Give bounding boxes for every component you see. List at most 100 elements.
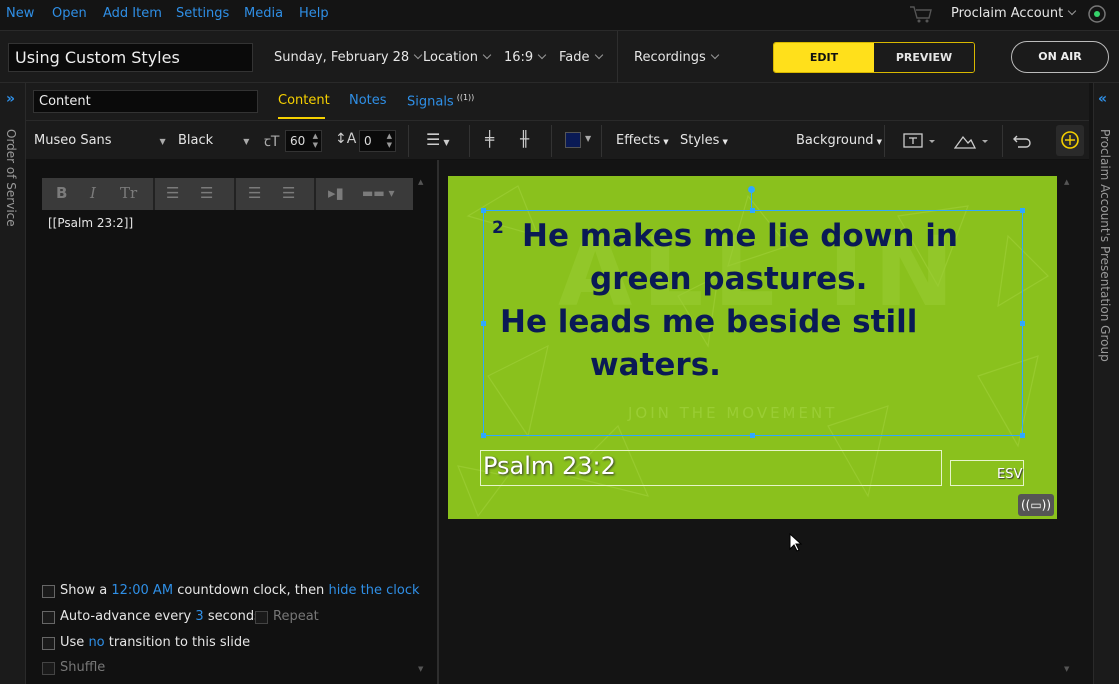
image-icon[interactable] — [954, 131, 990, 151]
presentation-group-label[interactable]: Proclaim Account's Presentation Group — [1098, 129, 1112, 362]
resize-handle[interactable] — [1020, 433, 1025, 438]
auto-advance-label: Auto-advance every — [60, 609, 192, 624]
reference-text: Psalm 23:2 — [483, 452, 616, 480]
more-options-icon[interactable]: ▬▬ ▾ — [362, 186, 395, 200]
rich-text-toolbar: B I Tr ☰ ☰ ☰ ☰ ▸▮ ▬▬ ▾ — [42, 178, 413, 210]
rotate-handle[interactable] — [748, 186, 755, 193]
shuffle-checkbox[interactable] — [42, 662, 55, 675]
divider — [314, 178, 316, 210]
line-spacing-icon: ↕A — [335, 131, 357, 147]
resize-handle[interactable] — [750, 208, 755, 213]
menu-help[interactable]: Help — [299, 6, 329, 21]
repeat-checkbox[interactable] — [255, 611, 268, 624]
text-color-swatch[interactable] — [565, 132, 581, 148]
location-label: Location — [423, 50, 478, 65]
expand-left-icon[interactable]: » — [6, 91, 15, 107]
slide-line-1: He makes me lie down in — [522, 218, 958, 254]
auto-advance-checkbox[interactable] — [42, 611, 55, 624]
bold-button[interactable]: B — [56, 184, 67, 202]
aspect-dropdown[interactable]: 16:9 — [504, 50, 547, 65]
outdent-icon[interactable]: ☰ — [248, 184, 261, 202]
resize-handle[interactable] — [481, 321, 486, 326]
font-weight-select[interactable]: Black ▼ — [178, 133, 249, 148]
live-sync-button[interactable] — [1056, 125, 1084, 156]
caret-down-icon[interactable]: ▼ — [585, 134, 591, 143]
transition-option: Use no transition to this slide — [60, 635, 250, 650]
presentation-title-input[interactable]: Using Custom Styles — [8, 43, 253, 72]
recordings-dropdown[interactable]: Recordings — [634, 50, 720, 65]
format-toolbar: Museo Sans ▼ Black ▼ ꞇT 60 ▲ ▼ ↕A 0 ▲ ▼ ☰ ▼ ╪ ╫… — [26, 120, 1089, 160]
indent-icon[interactable]: ☰ — [282, 184, 295, 202]
scroll-down-icon[interactable]: ▼ — [418, 665, 423, 673]
content-text[interactable]: [[Psalm 23:2]] — [48, 216, 133, 230]
sync-status-icon[interactable] — [1086, 3, 1108, 25]
effects-label: Effects — [616, 133, 661, 148]
order-of-service-label[interactable]: Order of Service — [4, 129, 18, 227]
on-air-button[interactable]: ON AIR — [1011, 41, 1109, 73]
transition-dropdown[interactable]: Fade — [559, 50, 603, 65]
countdown-checkbox[interactable] — [42, 585, 55, 598]
countdown-time-link[interactable]: 12:00 AM — [111, 583, 173, 598]
menu-settings[interactable]: Settings — [176, 6, 229, 21]
resize-handle[interactable] — [1020, 208, 1025, 213]
scroll-up-icon[interactable]: ▲ — [418, 178, 423, 186]
signals-icon[interactable]: ((▭)) — [1018, 494, 1054, 516]
scroll-up-icon[interactable]: ▲ — [1064, 178, 1069, 186]
recordings-label: Recordings — [634, 50, 706, 65]
resize-handle[interactable] — [1020, 321, 1025, 326]
stepper-icon[interactable]: ▲ ▼ — [313, 132, 318, 150]
tab-content[interactable]: Content — [278, 93, 330, 108]
cart-icon[interactable] — [909, 4, 933, 24]
stepper-icon[interactable]: ▲ ▼ — [387, 132, 392, 150]
tab-notes[interactable]: Notes — [349, 93, 387, 108]
transition-label-1: Use — [60, 635, 85, 650]
slide-name-input[interactable]: Content — [33, 90, 258, 113]
font-family-select[interactable]: Museo Sans ▼ — [34, 133, 166, 148]
location-dropdown[interactable]: Location — [423, 50, 492, 65]
auto-advance-seconds-link[interactable]: 3 — [195, 609, 203, 624]
resize-handle[interactable] — [481, 208, 486, 213]
menu-open[interactable]: Open — [52, 6, 87, 21]
date-dropdown[interactable]: Sunday, February 28 — [274, 50, 423, 65]
text-case-button[interactable]: Tr — [120, 184, 137, 202]
menu-media[interactable]: Media — [244, 6, 283, 21]
line-spacing-value: 0 — [364, 134, 372, 148]
menu-new[interactable]: New — [6, 6, 34, 21]
mouse-cursor-icon — [789, 533, 803, 552]
expand-right-icon[interactable]: « — [1098, 91, 1107, 107]
account-menu[interactable]: Proclaim Account — [951, 6, 1077, 21]
divider — [601, 125, 602, 157]
tab-signals[interactable]: Signals ((1)) — [407, 93, 474, 109]
order-of-service-sidebar: » Order of Service — [0, 83, 26, 684]
caret-down-icon: ▼ — [159, 137, 166, 146]
countdown-option: Show a 12:00 AM countdown clock, then hi… — [60, 583, 420, 598]
background-dropdown[interactable]: Background ▼ — [796, 133, 882, 148]
slide-canvas[interactable]: ALL IN JOIN THE MOVEMENT 2 He makes me l… — [448, 176, 1057, 519]
menu-add-item[interactable]: Add Item — [103, 6, 162, 21]
italic-button[interactable]: I — [90, 184, 96, 202]
line-spacing-input[interactable]: 0 ▲ ▼ — [359, 130, 396, 152]
align-horizontal-center-icon[interactable]: ╫ — [520, 130, 529, 148]
transition-checkbox[interactable] — [42, 637, 55, 650]
shuffle-label: Shuffle — [60, 660, 106, 675]
hide-clock-link[interactable]: hide the clock — [328, 583, 419, 598]
text-box-icon[interactable] — [903, 132, 937, 150]
align-left-icon[interactable]: ☰ ▼ — [426, 130, 450, 149]
slide-line-4: waters. — [590, 347, 721, 383]
aspect-label: 16:9 — [504, 50, 534, 65]
resize-handle[interactable] — [481, 433, 486, 438]
align-vertical-center-icon[interactable]: ╪ — [485, 130, 494, 148]
numbered-list-icon[interactable]: ☰ — [200, 184, 213, 202]
preview-button[interactable]: PREVIEW — [874, 43, 974, 72]
resize-handle[interactable] — [750, 433, 755, 438]
edit-button[interactable]: EDIT — [774, 43, 874, 72]
menu-bar: New Open Add Item Settings Media Help Pr… — [0, 0, 1119, 30]
styles-dropdown[interactable]: Styles ▼ — [680, 133, 728, 148]
scroll-down-icon[interactable]: ▼ — [1064, 665, 1069, 673]
insert-media-icon[interactable]: ▸▮ — [328, 184, 344, 202]
undo-icon[interactable] — [1013, 132, 1033, 150]
transition-type-link[interactable]: no — [88, 635, 104, 650]
bullet-list-icon[interactable]: ☰ — [166, 184, 179, 202]
effects-dropdown[interactable]: Effects ▼ — [616, 133, 669, 148]
font-size-input[interactable]: 60 ▲ ▼ — [285, 130, 322, 152]
